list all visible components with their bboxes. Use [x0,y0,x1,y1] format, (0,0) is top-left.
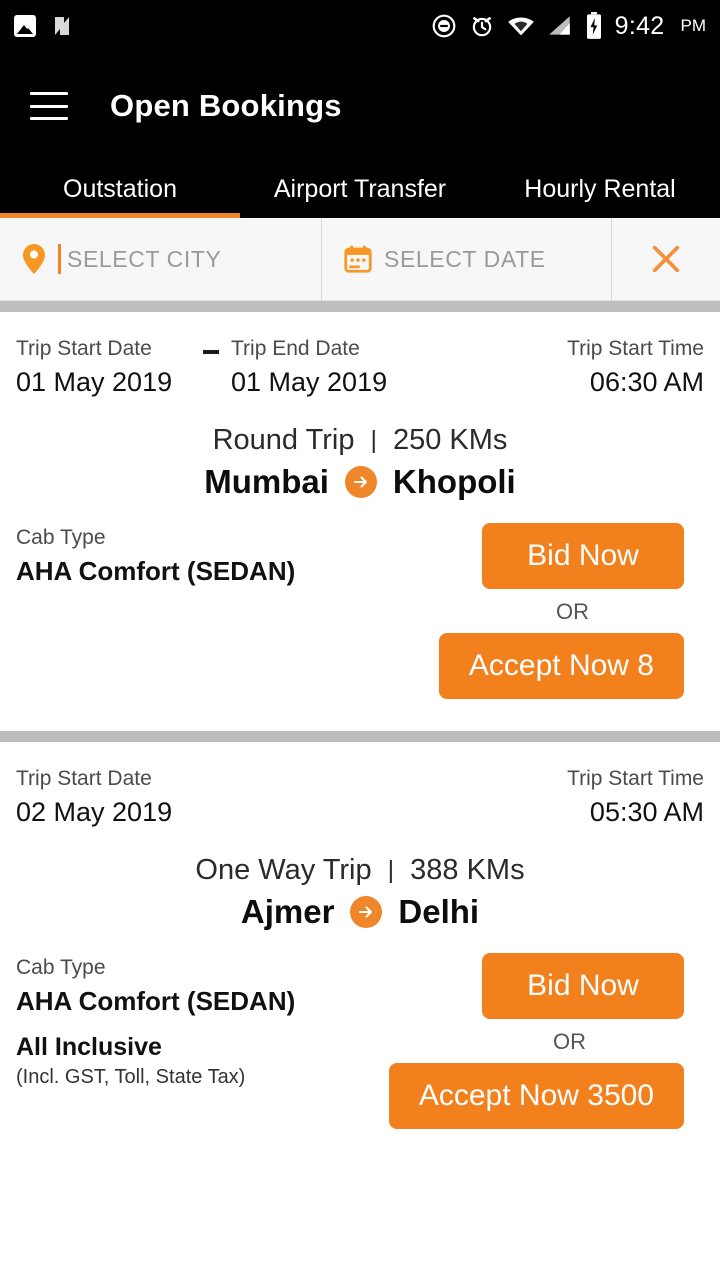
status-bar-left-icons [14,14,74,38]
android-n-icon [50,14,74,38]
trip-type: Round Trip [212,424,355,456]
booking-actions: Bid Now OR Accept Now 8 [438,523,704,699]
booking-card[interactable]: Trip Start Date 02 May 2019 Trip Start T… [0,742,720,1161]
clear-filters-button[interactable] [612,218,720,300]
cab-type-category: (SEDAN) [186,556,296,586]
trip-start-date-block: Trip Start Date 02 May 2019 [16,764,191,830]
tab-airport-transfer-label: Airport Transfer [273,174,447,203]
cab-type-label: Cab Type [16,956,106,979]
trip-distance: 388 KMs [410,854,525,886]
route-to-city: Khopoli [392,463,516,500]
trip-start-date-value: 02 May 2019 [16,797,173,827]
meta-divider: | [387,856,395,884]
list-separator-top [0,301,720,312]
date-range-separator [191,334,231,354]
close-icon [652,245,680,273]
route-row: Mumbai Khopoli [16,463,704,501]
bid-now-button[interactable]: Bid Now [482,523,684,589]
trip-meta-row: Round Trip | 250 KMs [16,424,704,457]
select-city-field[interactable]: SELECT CITY [0,218,322,300]
cab-type-name: AHA Comfort [16,986,180,1016]
cab-type-name: AHA Comfort [16,556,180,586]
booking-body-row: Cab Type AHA Comfort (SEDAN) All Inclusi… [16,953,704,1129]
booking-body-row: Cab Type AHA Comfort (SEDAN) Bid Now OR … [16,523,704,699]
cab-type-label: Cab Type [16,526,106,549]
tab-hourly-rental-label: Hourly Rental [524,174,676,203]
tab-airport-transfer[interactable]: Airport Transfer [240,160,480,218]
battery-charging-icon [586,12,601,39]
trip-start-time-block: Trip Start Time 05:30 AM [567,764,704,830]
select-city-placeholder: SELECT CITY [67,245,222,272]
all-inclusive-note: (Incl. GST, Toll, State Tax) [16,1066,246,1088]
or-label: OR [556,599,589,624]
booking-dates-row: Trip Start Date 01 May 2019 Trip End Dat… [16,312,704,400]
trip-start-date-label: Trip Start Date [16,337,152,360]
trip-start-time-value: 05:30 AM [589,797,704,827]
trip-start-time-label: Trip Start Time [567,337,704,360]
cab-info-block: Cab Type AHA Comfort (SEDAN) [16,523,439,699]
app-screen: 9:42 PM Open Bookings Outstation Airport… [0,0,720,1280]
arrow-right-icon [344,466,377,498]
trip-end-date-value: 01 May 2019 [231,367,388,397]
trip-type: One Way Trip [195,854,372,886]
status-bar-right-icons: 9:42 PM [431,12,706,41]
tab-outstation-label: Outstation [63,174,177,203]
filter-bar: SELECT CITY SELECT DATE [0,218,720,301]
dash-glyph [203,350,219,354]
all-inclusive-label: All Inclusive [16,1033,162,1061]
booking-actions: Bid Now OR Accept Now 3500 [388,953,704,1129]
trip-start-time-label: Trip Start Time [567,767,704,790]
cell-signal-icon [548,16,570,35]
city-text-caret [58,244,61,274]
route-to-city: Delhi [398,893,480,930]
trip-end-date-label: Trip End Date [231,337,360,360]
bid-now-button[interactable]: Bid Now [482,953,684,1019]
booking-card[interactable]: Trip Start Date 01 May 2019 Trip End Dat… [0,312,720,731]
tab-hourly-rental[interactable]: Hourly Rental [480,160,720,218]
booking-dates-row: Trip Start Date 02 May 2019 Trip Start T… [16,742,704,830]
cab-type-category: (SEDAN) [186,986,296,1016]
select-date-placeholder: SELECT DATE [384,245,546,272]
trip-start-date-value: 01 May 2019 [16,367,173,397]
trip-start-time-block: Trip Start Time 06:30 AM [567,334,704,400]
trip-distance: 250 KMs [392,424,508,456]
route-from-city: Ajmer [240,893,335,930]
tab-bar: Outstation Airport Transfer Hourly Renta… [0,160,720,218]
status-bar-ampm: PM [680,16,707,35]
cab-type-value: AHA Comfort (SEDAN) [16,983,389,1019]
trip-start-date-block: Trip Start Date 01 May 2019 [16,334,191,400]
photo-icon [14,15,36,37]
trip-end-date-block: Trip End Date 01 May 2019 [231,334,421,400]
page-title: Open Bookings [110,88,342,123]
list-separator-middle [0,731,720,742]
tab-outstation[interactable]: Outstation [0,160,240,218]
trip-start-time-value: 06:30 AM [589,367,704,397]
route-from-city: Mumbai [204,463,329,500]
status-bar: 9:42 PM [0,0,720,52]
status-bar-clock: 9:42 [614,11,665,40]
cab-type-value: AHA Comfort (SEDAN) [16,553,439,589]
trip-start-date-label: Trip Start Date [16,767,152,790]
meta-divider: | [370,426,377,454]
wifi-icon [507,17,534,36]
select-date-field[interactable]: SELECT DATE [322,218,612,300]
route-row: Ajmer Delhi [16,893,704,931]
do-not-disturb-icon [432,14,456,38]
hamburger-menu-icon[interactable] [30,92,68,120]
or-label: OR [553,1029,586,1054]
trip-meta-row: One Way Trip | 388 KMs [16,854,704,887]
arrow-right-icon [350,896,383,928]
calendar-icon [344,245,372,273]
accept-now-button[interactable]: Accept Now 8 [438,633,684,699]
alarm-icon [472,17,491,37]
location-pin-icon [23,244,45,274]
accept-now-button[interactable]: Accept Now 3500 [388,1063,684,1129]
cab-info-block: Cab Type AHA Comfort (SEDAN) All Inclusi… [16,953,389,1129]
app-bar: Open Bookings [0,52,720,160]
